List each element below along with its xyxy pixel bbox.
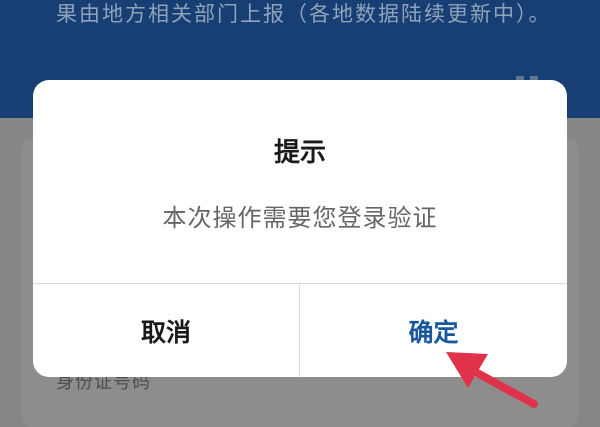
login-prompt-dialog: 提示 本次操作需要您登录验证 取消 确定 <box>33 80 567 377</box>
dialog-title: 提示 <box>273 138 326 168</box>
dialog-message: 本次操作需要您登录验证 <box>162 204 438 232</box>
confirm-button[interactable]: 确定 <box>300 284 567 377</box>
header-notice-text: 果由地方相关部门上报（各地数据陆续更新中）。 <box>56 2 552 26</box>
cancel-button[interactable]: 取消 <box>33 284 299 377</box>
